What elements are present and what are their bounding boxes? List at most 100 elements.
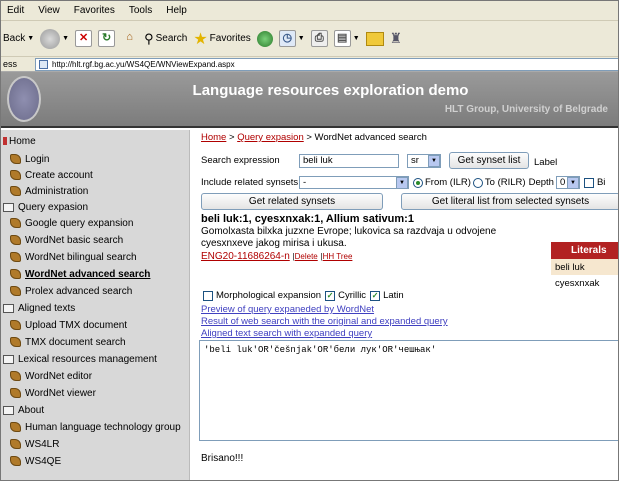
leaf-icon (10, 218, 21, 228)
related-synsets-select[interactable]: - ▼ (299, 176, 409, 189)
breadcrumb-home-link[interactable]: Home (201, 132, 226, 143)
sidebar-item-about[interactable]: About (3, 403, 44, 417)
chevron-down-icon[interactable]: ▼ (353, 35, 360, 42)
sidebar-item-label: Administration (25, 185, 89, 197)
sidebar-item-label: WS4QE (25, 455, 62, 467)
edit-button[interactable]: ▤ ▼ (333, 30, 360, 47)
sidebar-item-wordnet-advanced-search[interactable]: WordNet advanced search (10, 267, 150, 281)
language-select[interactable]: sr ▼ (407, 153, 441, 168)
search-expression-value: beli luk (303, 154, 333, 166)
chevron-down-icon[interactable]: ▼ (27, 35, 34, 42)
delete-link[interactable]: Delete (295, 252, 318, 261)
bi-label: Bi (596, 177, 606, 188)
sidebar-item-wordnet-bilingual-search[interactable]: WordNet bilingual search (10, 250, 137, 264)
web-search-result-link[interactable]: Result of web search with the original a… (201, 316, 448, 327)
sidebar-item-query-expasion[interactable]: Query expasion (3, 200, 88, 214)
sidebar-item-aligned-texts[interactable]: Aligned texts (3, 301, 75, 315)
stop-icon: ✕ (75, 30, 93, 47)
breadcrumb-current: > WordNet advanced search (306, 132, 427, 143)
to-rilr-radio[interactable] (472, 177, 483, 188)
menu-edit[interactable]: Edit (7, 5, 24, 16)
forward-button[interactable]: ▼ (40, 28, 69, 49)
menu-view[interactable]: View (38, 5, 60, 16)
from-ilr-radio[interactable] (413, 177, 423, 188)
sidebar-item-label: WS4LR (25, 438, 60, 450)
sidebar-item-label: Human language technology group (25, 421, 181, 433)
toolbar: Back ▼ ▼ ✕ ↻ ⌂ ⚲ Search ★ Favorites ◷ ▼ (1, 21, 618, 57)
messenger-button[interactable]: ♜ (390, 30, 403, 47)
sidebar-item-lexical-resources-management[interactable]: Lexical resources management (3, 352, 157, 366)
sidebar-item-google-query-expansion[interactable]: Google query expansion (10, 216, 133, 230)
sidebar-item-prolex-advanced-search[interactable]: Prolex advanced search (10, 284, 132, 298)
get-related-synsets-button[interactable]: Get related synsets (201, 193, 383, 210)
stop-button[interactable]: ✕ (75, 30, 93, 47)
sidebar-item-upload-tmx-document[interactable]: Upload TMX document (10, 318, 127, 332)
sidebar-item-wordnet-basic-search[interactable]: WordNet basic search (10, 233, 123, 247)
hh-tree-link[interactable]: HH Tree (323, 252, 353, 261)
home-button[interactable]: ⌂ (121, 30, 138, 47)
sidebar-item-hlt-group[interactable]: Human language technology group (10, 420, 181, 434)
leaf-icon (10, 154, 21, 164)
address-input[interactable]: http://hlt.rgf.bg.ac.yu/WS4QE/WNViewExpa… (35, 57, 618, 71)
morphological-expansion-checkbox[interactable] (203, 290, 213, 301)
leaf-icon (10, 269, 21, 279)
status-message: Brisano!!! (201, 453, 244, 464)
bi-checkbox[interactable] (583, 177, 594, 188)
chevron-down-icon[interactable]: ▼ (298, 35, 305, 42)
favorites-button[interactable]: ★ Favorites (193, 29, 250, 49)
get-literal-list-button[interactable]: Get literal list from selected synsets (401, 193, 618, 210)
address-bar: ess http://hlt.rgf.bg.ac.yu/WS4QE/WNView… (1, 57, 618, 72)
sidebar-item-administration[interactable]: Administration (10, 184, 88, 198)
sidebar-item-home[interactable]: Home (3, 134, 36, 148)
get-synset-list-button[interactable]: Get synset list (449, 152, 529, 169)
synset-id-link[interactable]: ENG20-11686264-n (201, 251, 290, 262)
menu-help[interactable]: Help (166, 5, 187, 16)
refresh-button[interactable]: ↻ (98, 30, 116, 47)
cyrillic-checkbox[interactable]: ✓ (325, 290, 336, 301)
chevron-down-icon[interactable]: ▼ (62, 35, 69, 42)
aligned-text-search-link[interactable]: Aligned text search with expanded query (201, 328, 372, 339)
sidebar-item-label: TMX document search (25, 336, 126, 348)
expanded-query-text: 'beli luk'OR'češnjak'OR'бели лук'OR'чешњ… (204, 345, 437, 355)
literals-header: Literals (551, 242, 618, 259)
menu-tools[interactable]: Tools (129, 5, 152, 16)
sidebar-item-label: Query expasion (18, 201, 89, 213)
search-button[interactable]: ⚲ Search (144, 31, 187, 47)
sidebar-item-wordnet-editor[interactable]: WordNet editor (10, 369, 92, 383)
edit-page-icon: ▤ (333, 30, 351, 47)
refresh-icon: ↻ (98, 30, 116, 47)
sidebar-item-label: WordNet advanced search (25, 268, 151, 280)
options-row: Morphological expansion ✓ Cyrillic ✓ Lat… (203, 290, 404, 301)
print-button[interactable]: ⎙ (310, 30, 328, 47)
star-icon: ★ (193, 30, 208, 48)
folder-icon (365, 31, 384, 46)
back-button[interactable]: Back ▼ (3, 33, 34, 44)
sidebar-item-create-account[interactable]: Create account (10, 168, 93, 182)
sidebar-item-login[interactable]: Login (10, 152, 49, 166)
sidebar-item-tmx-document-search[interactable]: TMX document search (10, 335, 126, 349)
folder-button[interactable] (365, 31, 384, 46)
search-label: Search (155, 33, 188, 44)
literal-item[interactable]: cyesxnxak (551, 275, 618, 291)
depth-select[interactable]: 0 ▼ (555, 176, 580, 189)
expanded-query-textarea[interactable]: 'beli luk'OR'češnjak'OR'бели лук'OR'чешњ… (199, 340, 618, 441)
sidebar-item-ws4qe[interactable]: WS4QE (10, 454, 61, 468)
media-button[interactable] (256, 30, 273, 47)
sidebar-item-ws4lr[interactable]: WS4LR (10, 437, 59, 451)
sidebar-item-label: WordNet viewer (25, 387, 96, 399)
site-title: Language resources exploration demo (192, 82, 469, 99)
literal-item[interactable]: beli luk (551, 259, 618, 275)
history-button[interactable]: ◷ ▼ (278, 30, 305, 47)
sidebar-item-wordnet-viewer[interactable]: WordNet viewer (10, 386, 96, 400)
synset-heading: beli luk:1, cyesxnxak:1, Allium sativum:… (201, 213, 414, 225)
preview-query-link[interactable]: Preview of query expaneded by WordNet (201, 304, 374, 315)
breadcrumb-query-link[interactable]: Query expasion (237, 132, 304, 143)
latin-label: Latin (383, 290, 404, 301)
search-expression-input[interactable]: beli luk (299, 153, 399, 168)
menu-favorites[interactable]: Favorites (74, 5, 115, 16)
search-expression-label: Search expression (201, 155, 280, 166)
chevron-down-icon: ▼ (428, 154, 440, 167)
latin-checkbox[interactable]: ✓ (370, 290, 381, 301)
sidebar-item-label: WordNet basic search (25, 234, 124, 246)
leaf-icon (10, 235, 21, 245)
